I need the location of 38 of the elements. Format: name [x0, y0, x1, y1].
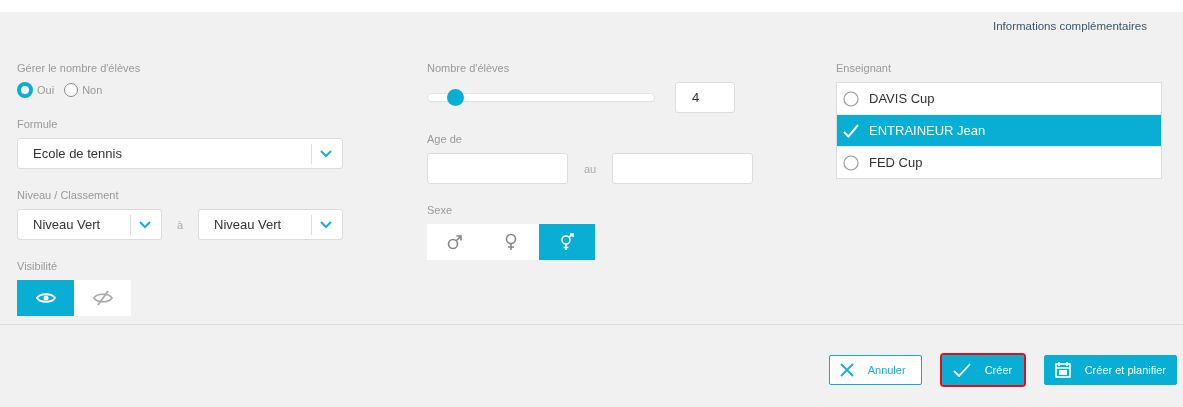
male-toggle[interactable]	[427, 224, 483, 260]
mixed-gender-icon	[559, 233, 575, 251]
additional-info-link[interactable]: Informations complémentaires	[992, 20, 1147, 42]
level-select[interactable]: Niveau Vert	[17, 209, 162, 240]
checkmark-icon	[952, 363, 971, 377]
eye-icon	[35, 291, 56, 305]
field-label: Sexe	[427, 204, 454, 216]
field-label: Niveau / Classement	[17, 189, 120, 201]
range-separator: au	[582, 162, 598, 175]
eye-slash-toggle[interactable]	[74, 280, 131, 316]
age-from-input[interactable]	[427, 153, 568, 184]
formule-select[interactable]: Ecole de tennis	[17, 138, 343, 169]
field-label: Gérer le nombre d'élèves	[17, 62, 142, 74]
radio-circle-icon	[843, 90, 859, 107]
field-label: Visibilité	[17, 260, 59, 272]
field-label: Nombre d'élèves	[427, 62, 511, 74]
female-toggle[interactable]	[483, 224, 539, 260]
checkmark-icon	[843, 123, 859, 138]
eye-toggle[interactable]	[17, 280, 74, 316]
close-icon	[839, 363, 854, 377]
level-select[interactable]: Niveau Vert	[198, 209, 343, 240]
eye-slash-icon	[92, 289, 113, 307]
field-label: Enseignant	[836, 62, 893, 74]
chevron-down-icon	[320, 220, 332, 229]
teacher-item[interactable]: FED Cup	[837, 147, 1161, 178]
field-label: Formule	[17, 118, 59, 130]
female-symbol-icon	[504, 233, 518, 251]
male-symbol-icon	[447, 234, 463, 250]
slider-thumb[interactable]	[447, 89, 465, 106]
range-separator: à	[175, 218, 185, 231]
mixed-toggle[interactable]	[539, 224, 595, 260]
chevron-down-icon	[320, 149, 332, 158]
chevron-down-icon	[139, 220, 151, 229]
count-input[interactable]: 4	[675, 82, 735, 113]
age-to-input[interactable]	[612, 153, 753, 184]
field-label: Age de	[427, 133, 463, 145]
calendar-icon	[1054, 362, 1071, 378]
radio-circle-icon	[843, 154, 859, 171]
